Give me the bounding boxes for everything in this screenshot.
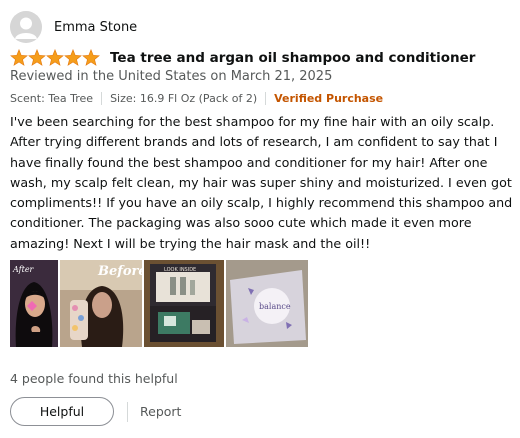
star-icon (28, 49, 46, 66)
helpful-count: 4 people found this helpful (10, 371, 178, 386)
overlay-text: balance (259, 302, 291, 311)
divider (265, 92, 267, 105)
star-icon (64, 49, 82, 66)
divider (101, 92, 103, 105)
overlay-text: LOOK INSIDE (164, 267, 196, 273)
review-body: I've been searching for the best shampoo… (10, 112, 516, 254)
review-body-line: have finally found the best shampoo and … (10, 154, 488, 170)
review-date: Reviewed in the United States on March 2… (10, 69, 333, 84)
size-label[interactable]: Size: 16.9 Fl Oz (Pack of 2) (110, 92, 257, 105)
star-icon (82, 49, 100, 66)
reviewer-profile[interactable]: Emma Stone (10, 10, 137, 44)
star-icon (10, 49, 28, 66)
helpful-button[interactable]: Helpful (10, 397, 114, 426)
review-body-line: conditioner. The packaging was also sooo… (10, 215, 472, 231)
overlay-text: Before (97, 264, 142, 279)
review-body-line: compliments!! If you have an oily scalp,… (10, 195, 513, 211)
review-body-line: After trying different brands and lots o… (10, 134, 498, 150)
reviewer-name: Emma Stone (54, 19, 138, 35)
review-image-balance-pouch[interactable]: balance (226, 260, 308, 347)
review-image-package-box[interactable]: LOOK INSIDE (144, 260, 224, 347)
review-image-before[interactable]: Before (60, 260, 142, 347)
review-body-line: wash, my scalp felt clean, my hair was s… (10, 174, 512, 190)
verified-purchase-badge: Verified Purchase (274, 92, 384, 105)
star-icon (46, 49, 64, 66)
star-rating[interactable] (10, 49, 100, 66)
review-images: After Before LOOK INSIDE balance (10, 260, 308, 347)
user-avatar-icon (10, 11, 42, 43)
divider (127, 401, 128, 422)
review-body-line: amazing! Next I will be trying the hair … (10, 235, 371, 251)
overlay-text: After (12, 265, 35, 274)
review-actions: Helpful Report (10, 397, 181, 426)
review-image-after[interactable]: After (10, 260, 58, 347)
review-body-line: I've been searching for the best shampoo… (10, 114, 495, 129)
report-link[interactable]: Report (140, 404, 181, 419)
variant-info: Scent: Tea Tree Size: 16.9 Fl Oz (Pack o… (10, 92, 383, 105)
rating-row: Tea tree and argan oil shampoo and condi… (10, 49, 475, 66)
scent-label[interactable]: Scent: Tea Tree (10, 92, 93, 105)
review-title[interactable]: Tea tree and argan oil shampoo and condi… (110, 50, 475, 66)
